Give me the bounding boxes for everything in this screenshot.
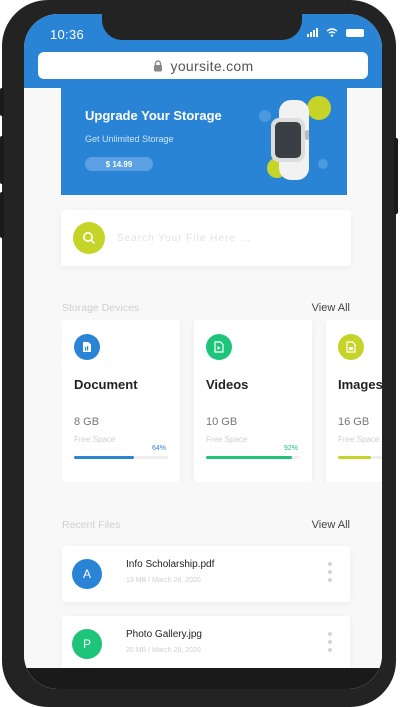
battery-icon xyxy=(346,28,364,37)
document-icon xyxy=(83,342,91,352)
storage-view-all-link[interactable]: View All xyxy=(312,302,350,314)
progress-track xyxy=(206,456,300,459)
card-title: Images xyxy=(338,377,382,392)
progress-track xyxy=(74,456,168,459)
progress-fill xyxy=(338,456,371,459)
phone-bottom-bezel xyxy=(24,668,382,689)
card-size: 8 GB xyxy=(74,416,100,428)
status-time: 10:36 xyxy=(50,27,85,42)
storage-section-title: Storage Devices xyxy=(62,302,140,314)
card-percent: 64% xyxy=(151,445,166,452)
file-avatar: P xyxy=(72,629,102,659)
recent-view-all-link[interactable]: View All xyxy=(312,519,350,531)
phone-side-button xyxy=(394,138,398,214)
search-bar xyxy=(61,210,351,266)
card-size: 10 GB xyxy=(206,416,238,428)
banner-subtitle: Get Unlimited Storage xyxy=(85,134,174,144)
phone-screen: 10:36 yoursite.com Upgrade Your Storage … xyxy=(24,14,382,689)
card-percent: 92% xyxy=(283,445,298,452)
file-meta: 20 MB / March 28, 2020 xyxy=(126,647,201,654)
price-button[interactable]: $ 14.99 xyxy=(85,157,153,171)
search-button[interactable] xyxy=(73,222,105,254)
more-options-icon[interactable] xyxy=(328,562,332,582)
phone-notch xyxy=(102,14,302,40)
phone-side-button xyxy=(0,88,4,116)
file-name: Photo Gallery.jpg xyxy=(126,629,202,640)
search-icon xyxy=(83,232,96,245)
banner-title: Upgrade Your Storage xyxy=(85,108,222,123)
storage-card-document[interactable]: Document 8 GB Free Space 64% xyxy=(62,320,180,482)
storage-cards-row[interactable]: Document 8 GB Free Space 64% Videos 10 G… xyxy=(62,320,382,482)
status-icons xyxy=(307,28,364,37)
progress-track xyxy=(338,456,382,459)
card-size: 16 GB xyxy=(338,416,370,428)
card-free-label: Free Space xyxy=(74,435,116,444)
progress-fill xyxy=(74,456,135,459)
card-title: Videos xyxy=(206,377,249,392)
video-file-icon xyxy=(214,341,224,353)
file-list-item[interactable]: A Info Scholarship.pdf 13 MB / March 28,… xyxy=(62,546,350,602)
page-content: Upgrade Your Storage Get Unlimited Stora… xyxy=(24,88,382,689)
cellular-signal-icon xyxy=(307,28,318,37)
smartwatch-illustration xyxy=(259,96,331,180)
file-meta: 13 MB / March 28, 2020 xyxy=(126,577,201,584)
card-icon-circle xyxy=(206,334,232,360)
file-list-item[interactable]: P Photo Gallery.jpg 20 MB / March 28, 20… xyxy=(62,616,350,672)
phone-frame: 10:36 yoursite.com Upgrade Your Storage … xyxy=(0,0,398,707)
file-avatar: A xyxy=(72,559,102,589)
storage-card-videos[interactable]: Videos 10 GB Free Space 92% xyxy=(194,320,312,482)
card-icon-circle xyxy=(74,334,100,360)
image-file-icon xyxy=(346,341,356,353)
phone-side-button xyxy=(0,192,4,238)
search-input[interactable] xyxy=(117,228,337,248)
more-options-icon[interactable] xyxy=(328,632,332,652)
progress-fill xyxy=(206,456,293,459)
lock-icon xyxy=(153,59,162,71)
card-free-label: Free Space xyxy=(338,435,380,444)
storage-card-images[interactable]: Images 16 GB Free Space xyxy=(326,320,382,482)
card-icon-circle xyxy=(338,334,364,360)
upgrade-banner[interactable]: Upgrade Your Storage Get Unlimited Stora… xyxy=(61,88,347,195)
address-bar[interactable]: yoursite.com xyxy=(38,52,368,79)
phone-side-button xyxy=(0,136,4,184)
url-text: yoursite.com xyxy=(170,57,254,74)
card-free-label: Free Space xyxy=(206,435,248,444)
card-title: Document xyxy=(74,377,138,392)
wifi-icon xyxy=(326,28,338,37)
file-name: Info Scholarship.pdf xyxy=(126,559,215,570)
recent-section-title: Recent Files xyxy=(62,519,121,531)
